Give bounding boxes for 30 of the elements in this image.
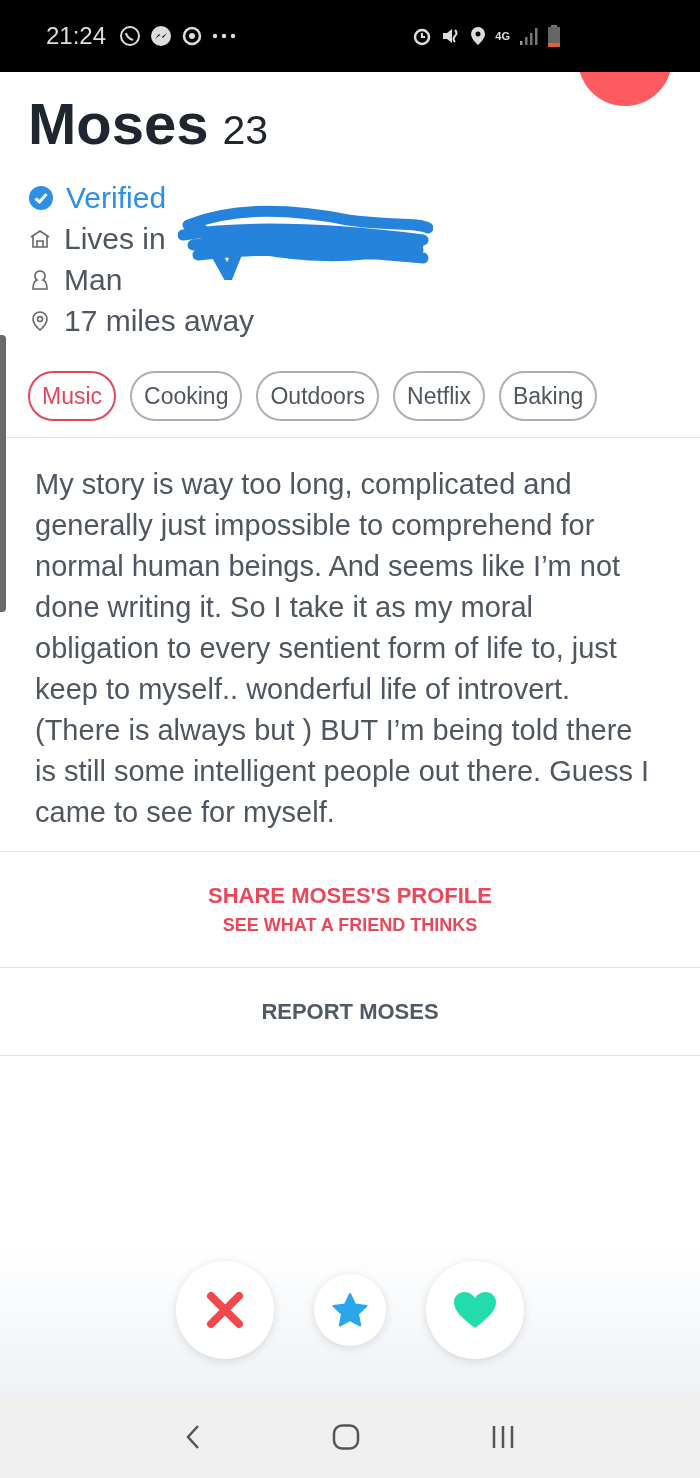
interest-tag: Baking (498, 371, 598, 421)
super-like-button[interactable] (314, 1274, 386, 1346)
battery-icon (548, 25, 560, 47)
home-icon[interactable] (332, 1423, 360, 1450)
interest-tag: Cooking (130, 371, 243, 421)
interest-tag: Music (28, 371, 117, 421)
alarm-icon (412, 26, 433, 46)
back-icon[interactable] (185, 1423, 202, 1450)
gender-label: Man (64, 262, 123, 297)
signal-icon (519, 26, 539, 46)
lives-in-label: Lives in (64, 221, 166, 256)
interest-tag: Netflix (393, 371, 485, 421)
distance-label: 17 miles away (64, 303, 255, 338)
network-type: 4G (495, 30, 510, 42)
dislike-button[interactable] (176, 1261, 274, 1359)
profile-name: Moses (28, 90, 209, 157)
star-icon (331, 1292, 369, 1328)
profile-age: 23 (222, 107, 269, 154)
location-icon (470, 26, 487, 46)
interest-tag: Outdoors (256, 371, 380, 421)
verified-badge-icon (28, 184, 54, 211)
close-icon (205, 1290, 245, 1330)
verified-label: Verified (66, 180, 167, 215)
recent-apps-icon[interactable] (490, 1423, 515, 1450)
heart-icon (452, 1290, 498, 1330)
bio-text: (There is always but ) BUT I’m being told there is still some intelligent people out there. Guess I came to see for myself. (35, 713, 651, 830)
bio-text: My story is way too long, complicated and generally just impossible to comprehend for normal human beings. And seems like I’m not done writing it. So I take it as my moral obligation to every sentient form of life to, just keep to myself.. wonderful life of introvert. (35, 467, 622, 707)
message-icon (150, 25, 173, 47)
more-dots-icon (212, 33, 237, 39)
status-time: 21:24 (46, 22, 107, 50)
